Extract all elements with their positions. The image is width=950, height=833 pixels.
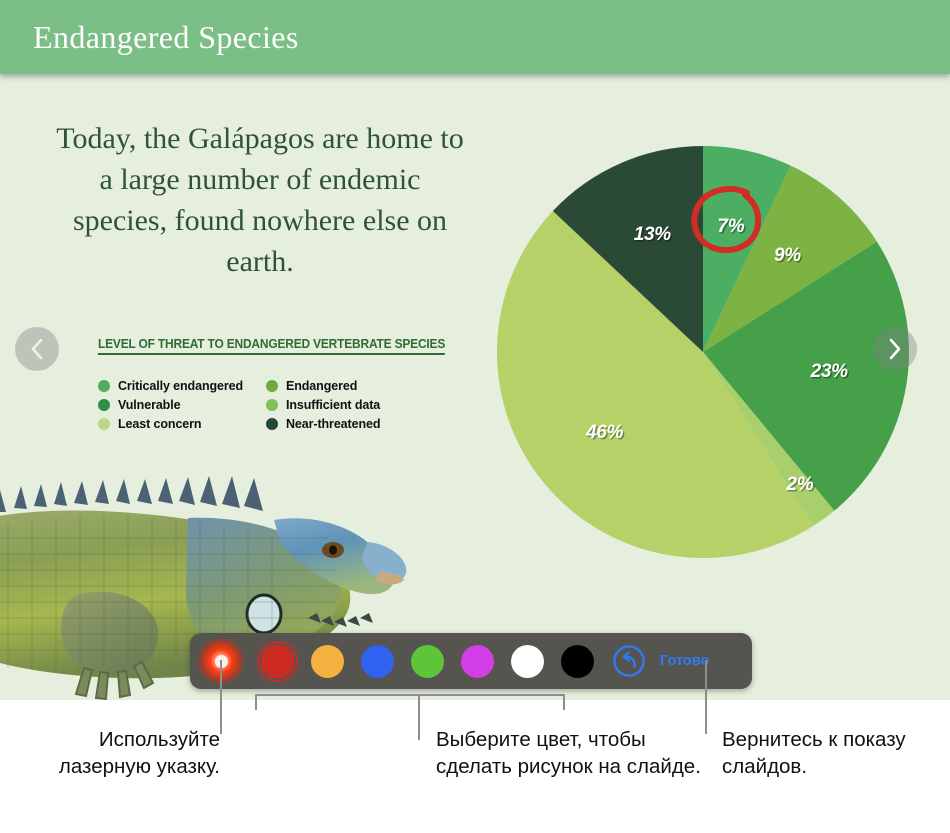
legend-item: Insufficient data [266, 396, 434, 413]
chart-legend-block: LEVEL OF THREAT TO ENDANGERED VERTEBRATE… [98, 335, 445, 432]
legend-swatch-insufficient-data [266, 398, 278, 411]
callout-bracket-2 [255, 694, 565, 696]
swatch-fill [360, 644, 394, 678]
legend-swatch-least-concern [98, 417, 110, 430]
chart-title: LEVEL OF THREAT TO ENDANGERED VERTEBRATE… [98, 336, 445, 355]
callout-text-done: Вернитесь к показу слайдов. [722, 728, 906, 778]
callout-leader-line-3 [705, 660, 707, 734]
color-swatch-red[interactable] [252, 633, 302, 689]
swatch-fill [410, 644, 444, 678]
markup-toolbar: Готово [190, 633, 752, 689]
legend-label: Vulnerable [118, 397, 181, 412]
next-slide-button[interactable] [873, 327, 917, 371]
swatch-fill [560, 644, 594, 678]
legend-item: Endangered [266, 377, 434, 394]
pie-slice-label: 46% [586, 422, 624, 444]
legend-swatch-near-threatened [266, 417, 278, 430]
color-swatch-orange[interactable] [302, 633, 352, 689]
legend-item: Vulnerable [98, 396, 266, 413]
color-swatch-white[interactable] [502, 633, 552, 689]
color-swatch-magenta[interactable] [452, 633, 502, 689]
swatch-fill [460, 644, 494, 678]
pie-slice-label: 2% [786, 474, 814, 496]
pie-slice-label: 7% [717, 216, 745, 238]
chart-legend: Critically endangered Endangered Vulnera… [98, 377, 428, 432]
callout-annotations: Используйте лазерную указку. Выберите цв… [0, 660, 950, 833]
pie-chart: 7% 9% 23% 2% 46% 13% [497, 146, 909, 558]
legend-swatch-critically-endangered [98, 379, 110, 392]
legend-swatch-endangered [266, 379, 278, 392]
swatch-fill [260, 644, 294, 678]
presentation-slide: Endangered Species Today, the Galápagos … [0, 0, 950, 700]
callout-bracket-2-left-tick [255, 694, 257, 710]
legend-item: Least concern [98, 415, 266, 432]
callout-leader-line-2 [418, 694, 420, 740]
callout-bracket-2-right-tick [563, 694, 565, 710]
callout-text-color-picker: Выберите цвет, чтобы сделать рисунок на … [436, 728, 701, 778]
color-swatch-black[interactable] [552, 633, 602, 689]
pie-slice-label: 13% [633, 223, 671, 245]
legend-item: Near-threatened [266, 415, 434, 432]
legend-label: Near-threatened [286, 416, 381, 431]
slide-body-text: Today, the Galápagos are home to a large… [56, 122, 464, 278]
undo-arrow-icon [613, 645, 645, 677]
legend-item: Critically endangered [98, 377, 266, 394]
undo-button[interactable] [602, 633, 656, 689]
done-button[interactable]: Готово [656, 633, 727, 689]
color-swatch-blue[interactable] [352, 633, 402, 689]
color-swatch-green[interactable] [402, 633, 452, 689]
pie-slice-label: 9% [774, 245, 801, 267]
callout-text-laser-pointer: Используйте лазерную указку. [58, 728, 220, 778]
slide-title: Endangered Species [33, 19, 299, 55]
legend-label: Critically endangered [118, 378, 244, 393]
swatch-fill [510, 644, 544, 678]
legend-label: Least concern [118, 416, 202, 431]
previous-slide-button[interactable] [15, 327, 59, 371]
chevron-right-icon [889, 338, 901, 360]
slide-title-bar: Endangered Species [0, 0, 950, 74]
callout-leader-line-1 [220, 660, 222, 734]
pie-slice-label: 23% [810, 360, 848, 382]
legend-label: Endangered [286, 378, 358, 393]
legend-label: Insufficient data [286, 397, 381, 412]
swatch-fill [310, 644, 344, 678]
legend-swatch-vulnerable [98, 398, 110, 411]
chevron-left-icon [31, 338, 43, 360]
